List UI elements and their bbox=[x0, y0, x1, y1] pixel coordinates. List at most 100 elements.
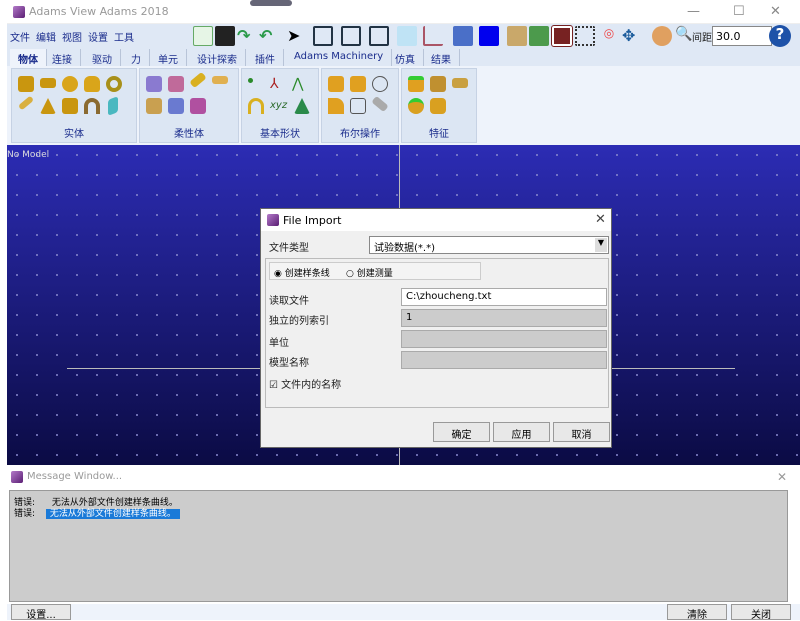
arc-icon[interactable] bbox=[248, 98, 264, 114]
render-cube-icon[interactable] bbox=[397, 26, 417, 46]
flex-spring-icon[interactable] bbox=[212, 76, 228, 84]
color-icon[interactable] bbox=[479, 26, 499, 46]
box-icon[interactable] bbox=[18, 76, 34, 92]
flex-edit-icon[interactable] bbox=[190, 98, 206, 114]
view-front-icon[interactable] bbox=[313, 26, 333, 46]
column-index-input[interactable]: 1 bbox=[401, 309, 607, 327]
network-icon[interactable] bbox=[453, 26, 473, 46]
zoom-box-icon[interactable] bbox=[575, 26, 595, 46]
rotate-icon[interactable]: ✥ bbox=[622, 26, 642, 46]
tab-motions[interactable]: 驱动 bbox=[84, 49, 121, 66]
tab-body[interactable]: 物体 bbox=[10, 49, 47, 66]
point-icon[interactable] bbox=[248, 78, 253, 83]
clear-button[interactable]: 清除 bbox=[667, 604, 727, 621]
minimize-button[interactable]: — bbox=[687, 4, 700, 19]
tab-forces[interactable]: 力 bbox=[123, 49, 150, 66]
rigid-to-flex-icon[interactable] bbox=[146, 98, 162, 114]
menu-file[interactable]: 文件 bbox=[10, 29, 30, 44]
plane-icon[interactable] bbox=[108, 96, 118, 116]
redo-icon[interactable]: ↷ bbox=[237, 26, 257, 46]
view-iso-icon[interactable] bbox=[341, 26, 361, 46]
save-icon[interactable] bbox=[215, 26, 235, 46]
shell-icon[interactable] bbox=[430, 98, 446, 114]
drag-handle[interactable] bbox=[250, 0, 292, 6]
sphere-icon[interactable] bbox=[62, 76, 78, 92]
apply-button[interactable]: 应用 bbox=[493, 422, 550, 442]
mode-radio-group: ◉ 创建样条线 ○ 创建测量 bbox=[269, 262, 481, 280]
boss-icon[interactable] bbox=[408, 98, 424, 114]
names-in-file-checkbox[interactable]: ☑ 文件内的名称 bbox=[269, 376, 341, 391]
model-name-input[interactable] bbox=[401, 351, 607, 369]
select-arrow-icon[interactable]: ➤ bbox=[287, 26, 307, 46]
radio-measure[interactable]: ○ 创建测量 bbox=[346, 266, 393, 279]
marker-icon[interactable]: ⅄ bbox=[270, 76, 286, 92]
menu-view[interactable]: 视图 bbox=[62, 29, 82, 44]
window-icon[interactable] bbox=[507, 26, 527, 46]
message-text: 无法从外部文件创建样条曲线。 bbox=[45, 509, 180, 519]
menu-settings[interactable]: 设置 bbox=[88, 29, 108, 44]
title-bar: Adams View Adams 2018 — ☐ ✕ bbox=[7, 0, 800, 24]
units-input[interactable] bbox=[401, 330, 607, 348]
message-window-title: Message Window... bbox=[27, 471, 123, 482]
tab-plugins[interactable]: 插件 bbox=[247, 49, 284, 66]
polyline-icon[interactable]: ⋀ bbox=[292, 76, 308, 92]
tab-design-exploration[interactable]: 设计探索 bbox=[189, 49, 246, 66]
fit-icon[interactable] bbox=[529, 26, 549, 46]
flex-swap-icon[interactable] bbox=[168, 76, 184, 92]
message-list[interactable]: 错误: 无法从外部文件创建样条曲线。 错误: 无法从外部文件创建样条曲线。 bbox=[9, 490, 788, 602]
flex-body-icon[interactable] bbox=[146, 76, 162, 92]
help-icon[interactable]: ? bbox=[769, 25, 791, 47]
axes-icon[interactable] bbox=[423, 26, 443, 46]
ok-button[interactable]: 确定 bbox=[433, 422, 490, 442]
cancel-button[interactable]: 取消 bbox=[553, 422, 610, 442]
menu-toolbar-row: 文件 编辑 视图 设置 工具 ↷ ↶ ➤ ◎ ✥ 🔍 间距 30.0 ? bbox=[7, 24, 800, 48]
close-button[interactable]: ✕ bbox=[770, 4, 781, 19]
link-icon[interactable] bbox=[17, 95, 35, 111]
intersect-icon[interactable] bbox=[372, 76, 388, 92]
chain-icon[interactable] bbox=[371, 95, 389, 113]
zoom-extents-icon[interactable] bbox=[551, 25, 573, 47]
extrusion-icon[interactable] bbox=[62, 98, 78, 114]
pan-hand-icon[interactable] bbox=[652, 26, 672, 46]
revolution-icon[interactable] bbox=[84, 98, 100, 114]
merge-icon[interactable] bbox=[350, 76, 366, 92]
cylinder-icon[interactable] bbox=[40, 78, 56, 88]
cut-icon[interactable] bbox=[328, 98, 344, 114]
message-row-selected[interactable]: 错误: 无法从外部文件创建样条曲线。 bbox=[14, 506, 180, 519]
dialog-close-button[interactable]: ✕ bbox=[595, 212, 606, 227]
torus-icon[interactable] bbox=[106, 76, 122, 92]
menu-tools[interactable]: 工具 bbox=[114, 29, 134, 44]
center-icon[interactable]: ◎ bbox=[599, 26, 619, 46]
hole-icon[interactable] bbox=[452, 78, 468, 88]
new-icon[interactable] bbox=[193, 26, 213, 46]
tab-connectors[interactable]: 连接 bbox=[44, 49, 81, 66]
menu-edit[interactable]: 编辑 bbox=[36, 29, 56, 44]
view-side-icon[interactable] bbox=[369, 26, 389, 46]
flex-to-rigid-icon[interactable] bbox=[168, 98, 184, 114]
frustum-icon[interactable] bbox=[84, 76, 100, 92]
settings-button[interactable]: 设置... bbox=[11, 604, 71, 621]
flex-beam-icon[interactable] bbox=[189, 71, 207, 89]
distance-input[interactable]: 30.0 bbox=[712, 26, 772, 46]
undo-icon[interactable]: ↶ bbox=[259, 26, 279, 46]
chevron-down-icon[interactable]: ▼ bbox=[595, 238, 607, 252]
fillet-icon[interactable] bbox=[430, 76, 446, 92]
union-icon[interactable] bbox=[328, 76, 344, 92]
group-flexible-bodies-label: 柔性体 bbox=[174, 129, 204, 140]
chamfer-icon[interactable] bbox=[408, 76, 424, 92]
plate-icon[interactable] bbox=[40, 98, 56, 114]
maximize-button[interactable]: ☐ bbox=[733, 4, 745, 19]
group-boolean: 布尔操作 bbox=[321, 68, 399, 143]
file-type-select[interactable]: 试验数据(*.*) ▼ bbox=[369, 236, 609, 254]
spline-xyz-icon[interactable]: xyz bbox=[270, 100, 287, 116]
tab-simulation[interactable]: 仿真 bbox=[387, 49, 424, 66]
mass-icon[interactable] bbox=[294, 98, 310, 114]
tab-elements[interactable]: 单元 bbox=[150, 49, 187, 66]
tab-results[interactable]: 结果 bbox=[423, 49, 460, 66]
split-icon[interactable] bbox=[350, 98, 366, 114]
message-window-close[interactable]: ✕ bbox=[777, 470, 787, 484]
close-message-button[interactable]: 关闭 bbox=[731, 604, 791, 621]
read-file-input[interactable]: C:\zhoucheng.txt bbox=[401, 288, 607, 306]
radio-spline[interactable]: ◉ 创建样条线 bbox=[274, 266, 330, 279]
tab-adams-machinery[interactable]: Adams Machinery bbox=[286, 49, 393, 66]
